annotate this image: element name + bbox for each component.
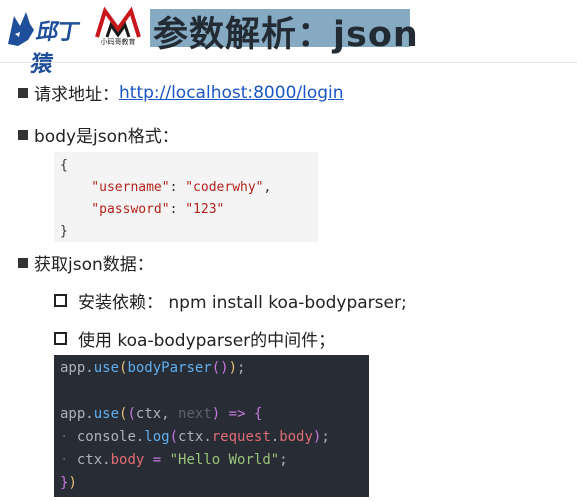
sub-bullet-label: 安装依赖： npm install koa-bodyparser; bbox=[78, 293, 407, 313]
json-line: "username": "coderwhy", bbox=[60, 180, 272, 195]
bullet-body-json: body是json格式： bbox=[18, 122, 179, 147]
json-line: { bbox=[60, 158, 68, 173]
hollow-square-bullet-icon bbox=[54, 294, 67, 307]
json-example-block: { "username": "coderwhy", "password": "1… bbox=[54, 152, 318, 242]
json-line: "password": "123" bbox=[60, 202, 225, 217]
header: 邱丁猿 小码哥教育 参数解析：json bbox=[0, 0, 577, 77]
xmg-m-icon bbox=[95, 6, 141, 38]
code-line: · console.log(ctx.request.body); bbox=[60, 429, 330, 445]
brand-logo-text: 邱丁猿 bbox=[28, 20, 81, 77]
code-line: app.use((ctx, next) => { bbox=[60, 406, 263, 422]
bullet-request-url: 请求地址： http://localhost:8000/login bbox=[18, 80, 344, 105]
login-url-link[interactable]: http://localhost:8000/login bbox=[119, 83, 344, 103]
page-title: 参数解析：json bbox=[153, 15, 419, 55]
bullet-label: 请求地址： bbox=[34, 85, 119, 105]
square-bullet-icon bbox=[18, 257, 28, 268]
json-line: } bbox=[60, 224, 68, 239]
code-example-block: app.use(bodyParser()); app.use((ctx, nex… bbox=[54, 355, 369, 497]
bullet-get-json: 获取json数据： bbox=[18, 250, 154, 275]
square-bullet-icon bbox=[18, 129, 28, 140]
xmg-logo-subtitle: 小码哥教育 bbox=[100, 38, 136, 46]
code-line: }) bbox=[60, 475, 77, 491]
bullet-label: body是json格式： bbox=[34, 127, 179, 147]
sub-bullet-install: 安装依赖： npm install koa-bodyparser; bbox=[54, 288, 407, 313]
code-line: app.use(bodyParser()); bbox=[60, 360, 246, 376]
code-line: · ctx.body = "Hello World"; bbox=[60, 452, 288, 468]
bullet-label: 获取json数据： bbox=[34, 255, 154, 275]
wolf-icon bbox=[8, 12, 34, 46]
sub-bullet-use-middleware: 使用 koa-bodyparser的中间件； bbox=[54, 326, 335, 351]
sub-bullet-label: 使用 koa-bodyparser的中间件； bbox=[78, 331, 336, 351]
brand-logo: 邱丁猿 bbox=[6, 10, 88, 77]
square-bullet-icon bbox=[18, 87, 28, 98]
hollow-square-bullet-icon bbox=[54, 332, 67, 345]
xmg-logo: 小码哥教育 bbox=[93, 6, 143, 49]
header-divider bbox=[0, 62, 577, 63]
